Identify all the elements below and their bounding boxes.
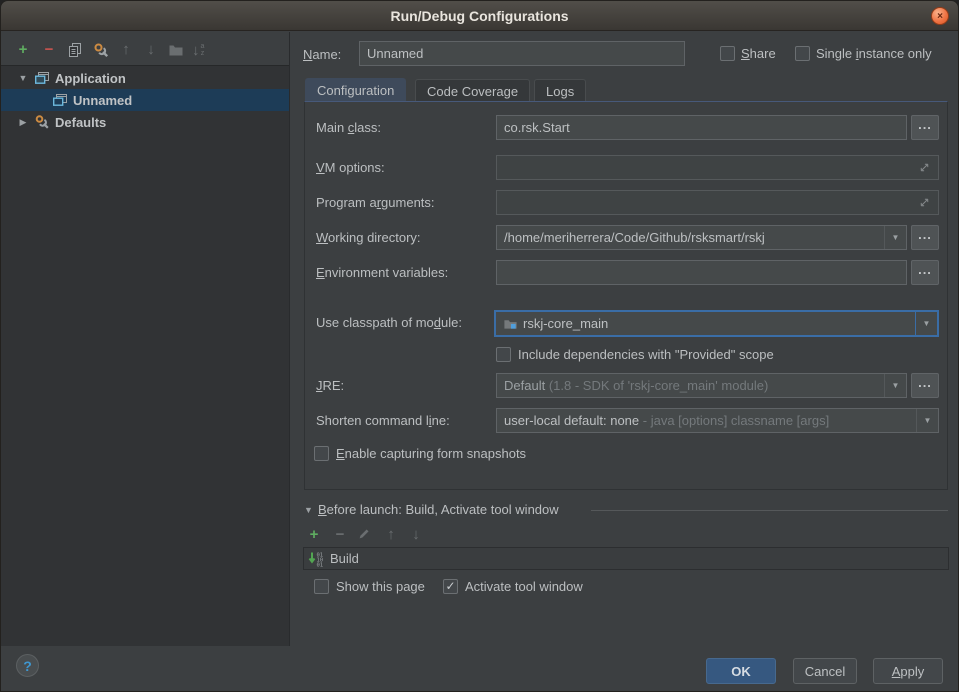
tab-logs[interactable]: Logs (534, 79, 586, 102)
program-arguments-input[interactable] (496, 190, 939, 215)
build-icon: 011001 (308, 551, 324, 567)
help-icon[interactable]: ? (16, 654, 39, 677)
main-class-browse-button[interactable]: ... (911, 115, 939, 140)
program-arguments-label: Program arguments: (316, 194, 435, 211)
name-input[interactable] (359, 41, 685, 66)
task-item-label[interactable]: Build (330, 551, 359, 566)
before-launch-title[interactable]: Before launch: Build, Activate tool wind… (318, 501, 559, 518)
copy-configuration-icon[interactable] (67, 42, 85, 60)
application-icon (34, 70, 50, 86)
chevron-down-icon[interactable]: ▼ (17, 73, 29, 83)
titlebar: Run/Debug Configurations × (1, 1, 958, 31)
defaults-wrench-icon (34, 114, 50, 130)
run-debug-configurations-dialog: Run/Debug Configurations × + − ↑ ↓ ↓ a z… (0, 0, 959, 692)
tree-item-unnamed[interactable]: Unnamed (1, 89, 289, 111)
move-task-up-icon[interactable]: ↑ (382, 526, 400, 544)
tree-item-label: Defaults (55, 115, 106, 130)
single-instance-checkbox[interactable]: ✓ (795, 46, 810, 61)
activate-tool-window-checkbox[interactable]: ✓ (443, 579, 458, 594)
environment-variables-label: Environment variables: (316, 264, 448, 281)
application-icon (52, 92, 68, 108)
shorten-command-line-combobox[interactable]: user-local default: none - java [options… (496, 408, 939, 433)
expand-field-icon[interactable] (918, 161, 931, 174)
ok-button[interactable]: OK (706, 658, 776, 684)
vm-options-input[interactable] (496, 155, 939, 180)
collapse-triangle-icon[interactable]: ▼ (304, 502, 313, 519)
working-directory-browse-button[interactable]: ... (911, 225, 939, 250)
svg-text:01: 01 (317, 562, 324, 567)
panel-divider (289, 32, 290, 646)
dropdown-arrow-icon[interactable]: ▼ (916, 409, 938, 432)
sort-configurations-icon[interactable]: ↓ a z (192, 41, 214, 59)
dialog-title: Run/Debug Configurations (390, 8, 568, 24)
add-configuration-icon[interactable]: + (14, 41, 32, 59)
move-up-icon[interactable]: ↑ (117, 41, 135, 59)
activate-tool-window-label: Activate tool window (465, 578, 583, 595)
folder-icon[interactable] (168, 42, 186, 60)
share-label: Share (741, 45, 776, 62)
edit-defaults-wrench-icon[interactable] (93, 42, 111, 60)
move-task-down-icon[interactable]: ↓ (407, 526, 425, 544)
environment-variables-input[interactable] (496, 260, 907, 285)
single-instance-label: Single instance only (816, 45, 932, 62)
jre-label: JRE: (316, 377, 344, 394)
environment-variables-browse-button[interactable]: ... (911, 260, 939, 285)
include-provided-label: Include dependencies with "Provided" sco… (518, 346, 774, 363)
expand-field-icon[interactable] (918, 196, 931, 209)
close-icon[interactable]: × (931, 7, 949, 25)
cancel-button[interactable]: Cancel (793, 658, 857, 684)
name-label: Name: (303, 46, 341, 63)
show-this-page-label: Show this page (336, 578, 425, 595)
tree-item-label: Application (55, 71, 126, 86)
remove-configuration-icon[interactable]: − (40, 41, 58, 59)
tree-item-defaults[interactable]: ▶ Defaults (1, 111, 289, 133)
dropdown-arrow-icon[interactable]: ▼ (884, 374, 906, 397)
shorten-command-line-label: Shorten command line: (316, 412, 450, 429)
main-class-label: Main class: (316, 119, 381, 136)
include-provided-checkbox[interactable]: ✓ (496, 347, 511, 362)
apply-button[interactable]: Apply (873, 658, 943, 684)
enable-capturing-checkbox[interactable]: ✓ (314, 446, 329, 461)
remove-task-icon[interactable]: − (331, 526, 349, 544)
jre-browse-button[interactable]: ... (911, 373, 939, 398)
jre-combobox[interactable]: Default (1.8 - SDK of 'rskj-core_main' m… (496, 373, 907, 398)
module-icon (503, 316, 518, 331)
use-classpath-label: Use classpath of module: (316, 314, 462, 331)
section-divider (591, 510, 948, 511)
tab-code-coverage[interactable]: Code Coverage (415, 79, 530, 102)
add-task-icon[interactable]: + (305, 526, 323, 544)
before-launch-task-list: 011001 Build (303, 547, 949, 570)
configurations-tree: ▼ Application Unnamed ▶ Defaults (1, 65, 289, 646)
enable-capturing-label: Enable capturing form snapshots (336, 445, 526, 462)
tab-configuration[interactable]: Configuration (305, 78, 406, 102)
dropdown-arrow-icon[interactable]: ▼ (884, 226, 906, 249)
edit-task-pencil-icon[interactable] (357, 527, 375, 545)
tree-item-application[interactable]: ▼ Application (1, 67, 289, 89)
share-checkbox[interactable]: ✓ (720, 46, 735, 61)
show-this-page-checkbox[interactable]: ✓ (314, 579, 329, 594)
dropdown-arrow-icon[interactable]: ▼ (915, 312, 937, 335)
vm-options-label: VM options: (316, 159, 385, 176)
move-down-icon[interactable]: ↓ (142, 41, 160, 59)
working-directory-label: Working directory: (316, 229, 421, 246)
working-directory-combobox[interactable]: /home/meriherrera/Code/Github/rsksmart/r… (496, 225, 907, 250)
tree-item-label: Unnamed (73, 93, 132, 108)
main-class-input[interactable] (496, 115, 907, 140)
chevron-right-icon[interactable]: ▶ (17, 117, 29, 128)
use-classpath-combobox[interactable]: rskj-core_main ▼ (494, 310, 939, 337)
